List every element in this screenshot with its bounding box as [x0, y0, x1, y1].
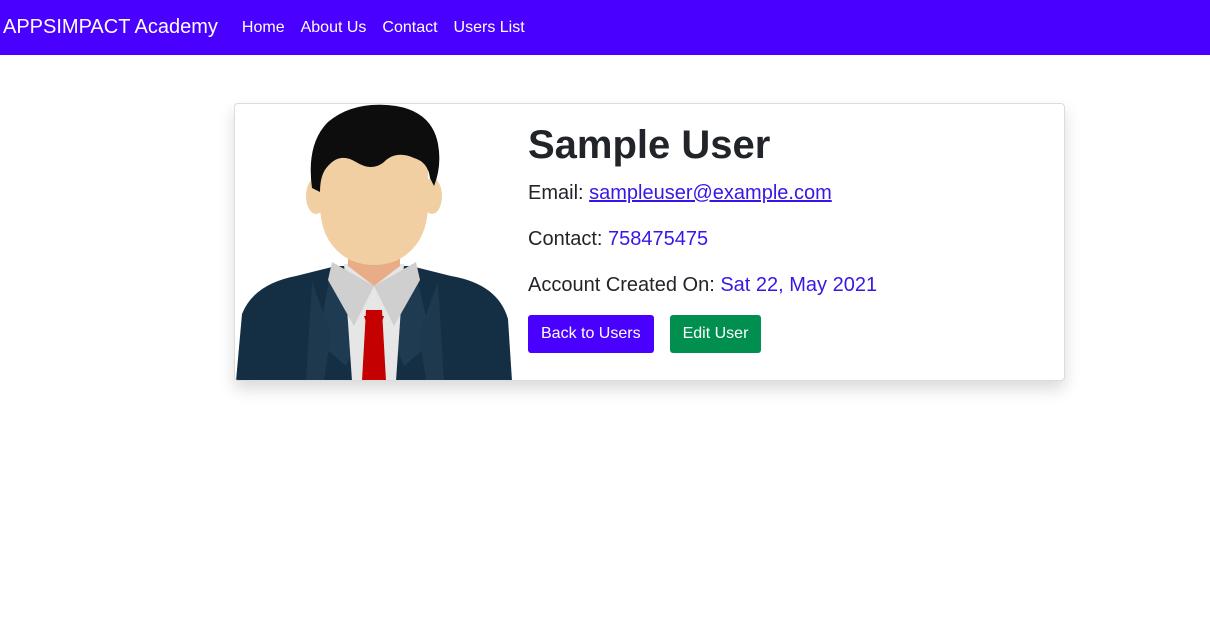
contact-row: Contact: 758475475: [528, 227, 1048, 251]
nav-home-link[interactable]: Home: [242, 19, 285, 37]
user-profile-card: Sample User Email: sampleuser@example.co…: [234, 103, 1065, 381]
action-buttons: Back to Users Edit User: [528, 315, 1048, 353]
nav-about-link[interactable]: About Us: [301, 19, 367, 37]
created-row: Account Created On: Sat 22, May 2021: [528, 273, 1048, 297]
contact-value: 758475475: [608, 228, 709, 250]
user-name-heading: Sample User: [528, 123, 771, 167]
top-navbar: APPSIMPACT Academy Home About Us Contact…: [0, 0, 1210, 55]
nav-links: Home About Us Contact Users List: [242, 19, 541, 37]
email-link[interactable]: sampleuser@example.com: [589, 182, 832, 204]
email-label: Email:: [528, 182, 590, 204]
created-value: Sat 22, May 2021: [720, 274, 878, 296]
edit-user-button[interactable]: Edit User: [669, 315, 762, 353]
brand-link[interactable]: APPSIMPACT Academy: [3, 16, 218, 39]
nav-contact-link[interactable]: Contact: [382, 19, 437, 37]
created-label: Account Created On:: [528, 274, 721, 296]
email-row: Email: sampleuser@example.com: [528, 181, 1048, 205]
user-avatar-icon: [236, 104, 512, 380]
nav-users-list-link[interactable]: Users List: [454, 19, 525, 37]
back-to-users-button[interactable]: Back to Users: [528, 315, 654, 353]
contact-label: Contact:: [528, 228, 609, 250]
user-info: Sample User Email: sampleuser@example.co…: [528, 121, 1048, 353]
